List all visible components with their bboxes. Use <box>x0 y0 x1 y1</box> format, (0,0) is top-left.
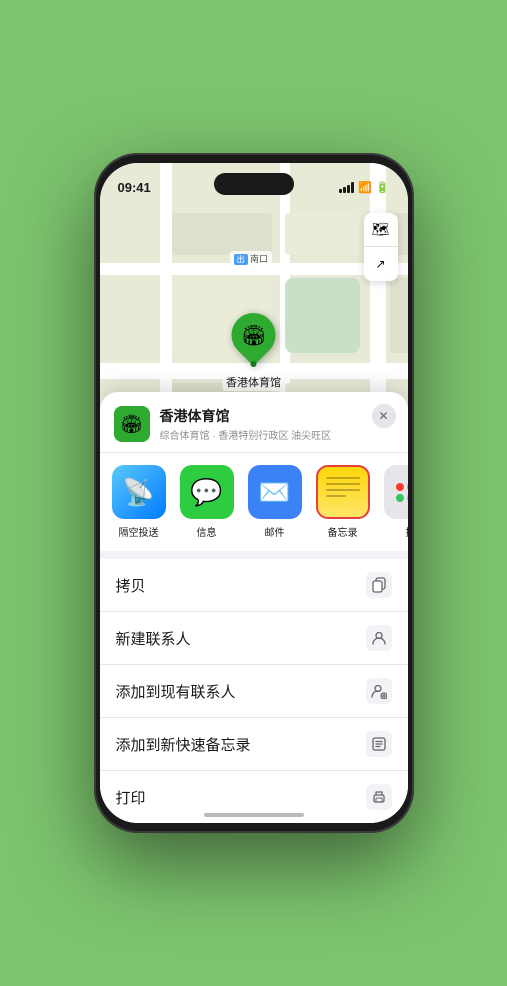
status-icons: 📶 🔋 <box>339 181 389 194</box>
airdrop-label: 隔空投送 <box>119 524 159 539</box>
notes-label: 备忘录 <box>328 524 358 539</box>
more-label: 提 <box>406 524 408 539</box>
action-copy[interactable]: 拷贝 <box>100 559 408 612</box>
action-list: 拷贝 新建联系人 <box>100 559 408 823</box>
venue-info: 香港体育馆 综合体育馆 · 香港特别行政区 油尖旺区 <box>160 406 394 442</box>
map-type-button[interactable]: 🗺 <box>364 213 398 247</box>
messages-icon: 💬 <box>180 465 234 519</box>
new-contact-icon <box>366 625 392 651</box>
venue-marker-label: 香港体育馆 <box>222 373 285 391</box>
share-messages[interactable]: 💬 信息 <box>178 465 236 539</box>
venue-header-icon: 🏟 <box>114 406 150 442</box>
action-new-contact-label: 新建联系人 <box>116 628 191 649</box>
share-airdrop[interactable]: 📡 隔空投送 <box>110 465 168 539</box>
venue-marker-icon: 🏟 <box>241 323 266 348</box>
map-controls: 🗺 ↗ <box>364 213 398 281</box>
venue-description: 综合体育馆 · 香港特别行政区 油尖旺区 <box>160 427 394 442</box>
mail-label: 邮件 <box>265 524 285 539</box>
action-add-existing-label: 添加到现有联系人 <box>116 681 236 702</box>
more-icon <box>384 465 408 519</box>
home-indicator <box>204 813 304 817</box>
dynamic-island <box>214 173 294 195</box>
action-quick-note[interactable]: 添加到新快速备忘录 <box>100 718 408 771</box>
location-button[interactable]: ↗ <box>364 247 398 281</box>
share-more[interactable]: 提 <box>382 465 408 539</box>
action-quick-note-label: 添加到新快速备忘录 <box>116 734 251 755</box>
phone-screen: 09:41 📶 🔋 <box>100 163 408 823</box>
status-time: 09:41 <box>118 180 151 195</box>
messages-label: 信息 <box>197 524 217 539</box>
action-add-existing-contact[interactable]: 添加到现有联系人 <box>100 665 408 718</box>
wifi-icon: 📶 <box>358 181 372 194</box>
copy-icon <box>366 572 392 598</box>
share-notes[interactable]: 备忘录 <box>314 465 372 539</box>
airdrop-icon: 📡 <box>112 465 166 519</box>
venue-marker: 🏟 香港体育馆 <box>222 313 285 391</box>
action-print-label: 打印 <box>116 787 146 808</box>
mail-icon: ✉️ <box>248 465 302 519</box>
close-button[interactable]: ✕ <box>372 404 396 428</box>
signal-bars-icon <box>339 182 354 193</box>
share-mail[interactable]: ✉️ 邮件 <box>246 465 304 539</box>
map-entrance-label: 出 南口 <box>230 251 273 266</box>
battery-icon: 🔋 <box>376 181 390 194</box>
venue-name: 香港体育馆 <box>160 406 394 426</box>
action-copy-label: 拷贝 <box>116 575 146 596</box>
quick-note-icon <box>366 731 392 757</box>
add-existing-contact-icon <box>366 678 392 704</box>
action-new-contact[interactable]: 新建联系人 <box>100 612 408 665</box>
phone-frame: 09:41 📶 🔋 <box>94 153 414 833</box>
venue-header: 🏟 香港体育馆 综合体育馆 · 香港特别行政区 油尖旺区 ✕ <box>100 392 408 453</box>
share-row: 📡 隔空投送 💬 信息 ✉️ 邮件 <box>100 453 408 551</box>
print-icon <box>366 784 392 810</box>
bottom-sheet: 🏟 香港体育馆 综合体育馆 · 香港特别行政区 油尖旺区 ✕ 📡 隔空投送 <box>100 392 408 823</box>
notes-icon <box>316 465 370 519</box>
